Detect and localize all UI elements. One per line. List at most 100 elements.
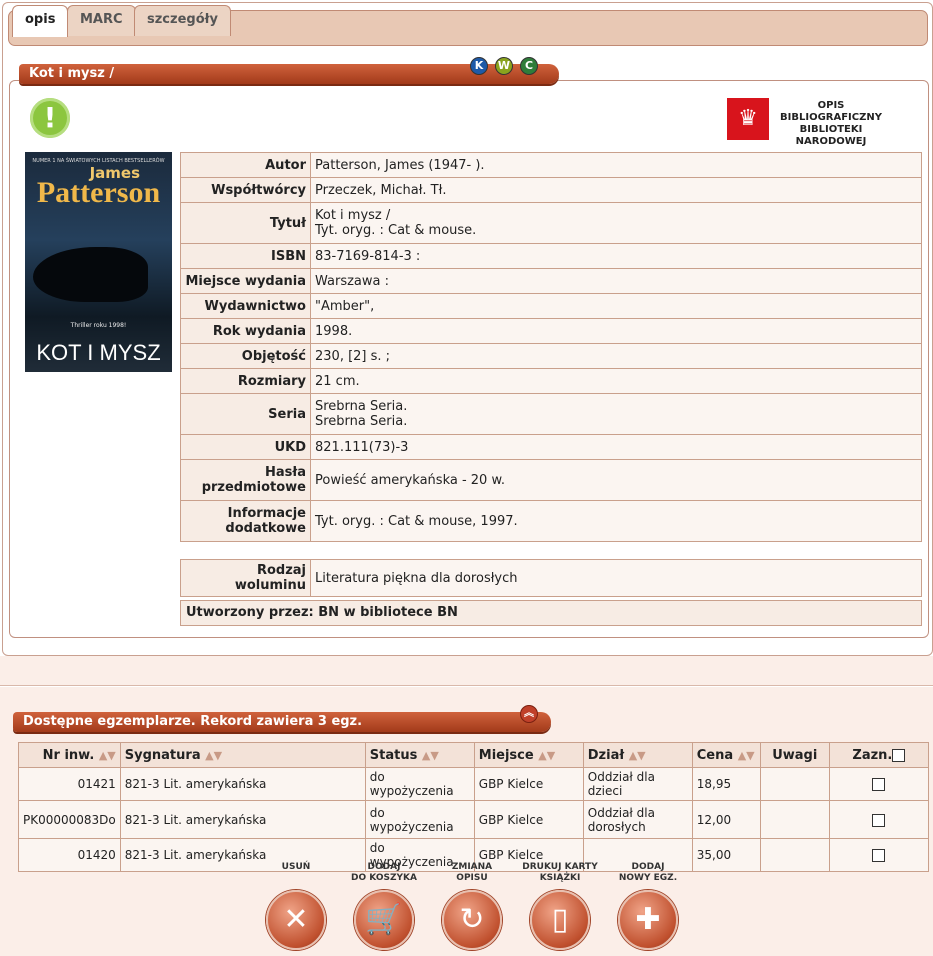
detail-value: Kot i mysz / Tyt. oryg. : Cat & mouse. xyxy=(310,202,922,244)
print-cards-icon[interactable]: ▯ xyxy=(530,890,590,950)
detail-value-line2: Srebrna Seria. xyxy=(315,414,408,429)
change-description-action[interactable]: ZMIANA OPISU ↻ xyxy=(432,862,512,950)
action-label: KSIĄŻKI xyxy=(539,873,581,883)
edit-document-icon[interactable]: ↻ xyxy=(442,890,502,950)
sort-icon: ▲▼ xyxy=(98,748,116,762)
details-table: Autor Patterson, James (1947- ). Współtwó… xyxy=(180,152,922,542)
created-by: Utworzony przez: BN w bibliotece BN xyxy=(180,600,922,626)
detail-value: Srebrna Seria. Srebrna Seria. xyxy=(310,393,922,435)
tab-szczegoly[interactable]: szczegóły xyxy=(134,5,231,36)
col-uwagi: Uwagi xyxy=(759,742,830,768)
cell-nr: 01421 xyxy=(18,767,121,801)
record-title: Kot i mysz / xyxy=(29,66,115,81)
cover-small-text: Thriller roku 1998! xyxy=(70,322,127,329)
select-all-checkbox[interactable] xyxy=(892,748,906,762)
collapse-up-icon[interactable]: ︽ xyxy=(520,705,538,723)
cart-icon[interactable]: 🛒 xyxy=(354,890,414,950)
cell-zazn xyxy=(828,838,930,872)
detail-label: Objętość xyxy=(180,343,311,369)
detail-label: Miejsce wydania xyxy=(180,268,311,294)
detail-label: Wydawnictwo xyxy=(180,293,311,319)
delete-icon[interactable]: ✕ xyxy=(266,890,326,950)
col-dzial[interactable]: Dział ▲▼ xyxy=(582,742,693,768)
col-cena[interactable]: Cena ▲▼ xyxy=(691,742,761,768)
cell-status: do wypożyczenia xyxy=(364,800,475,839)
sort-icon: ▲▼ xyxy=(205,748,223,762)
detail-label: Rok wydania xyxy=(180,318,311,344)
cell-miejsce: GBP Kielce xyxy=(473,800,584,839)
col-nr-inw[interactable]: Nr inw. ▲▼ xyxy=(18,742,121,768)
action-label: DODAJ xyxy=(367,862,401,872)
tab-opis[interactable]: opis xyxy=(12,5,69,37)
row-checkbox[interactable] xyxy=(872,778,886,791)
volume-table: Rodzaj woluminu Literatura piękna dla dor… xyxy=(180,559,922,597)
detail-label: Autor xyxy=(180,152,311,178)
row-checkbox[interactable] xyxy=(872,813,886,827)
cell-nr: 01420 xyxy=(18,838,121,872)
cover-cat-silhouette xyxy=(33,247,148,302)
separator-band xyxy=(0,656,933,686)
detail-value-line2: Tyt. oryg. : Cat & mouse. xyxy=(315,223,477,238)
book-cover-image: NUMER 1 NA ŚWIATOWYCH LISTACH BESTSELLER… xyxy=(25,152,172,372)
k-circle-icon[interactable]: K xyxy=(470,57,488,75)
cell-uwagi xyxy=(759,838,830,872)
delete-action[interactable]: USUŃ ✕ xyxy=(256,862,336,950)
cell-syg: 821-3 Lit. amerykańska xyxy=(119,800,366,839)
detail-label: Seria xyxy=(180,393,311,435)
cell-zazn xyxy=(828,800,930,839)
bn-crown-logo-icon: ♛ xyxy=(727,98,769,140)
row-checkbox[interactable] xyxy=(872,849,886,862)
detail-value: 821.111(73)-3 xyxy=(310,434,922,460)
detail-label: Rozmiary xyxy=(180,368,311,394)
detail-value: 21 cm. xyxy=(310,368,922,394)
detail-label: ISBN xyxy=(180,243,311,269)
w-circle-icon[interactable]: W xyxy=(495,57,513,75)
col-sygnatura[interactable]: Sygnatura ▲▼ xyxy=(119,742,366,768)
cell-syg: 821-3 Lit. amerykańska xyxy=(119,767,366,801)
sort-icon: ▲▼ xyxy=(421,748,439,762)
cell-uwagi xyxy=(759,800,830,839)
c-circle-icon[interactable]: C xyxy=(520,57,538,75)
table-row: 01421 821-3 Lit. amerykańska do wypożycz… xyxy=(18,767,930,801)
detail-label: Współtwórcy xyxy=(180,177,311,203)
volume-value: Literatura piękna dla dorosłych xyxy=(310,559,922,597)
detail-value: Warszawa : xyxy=(310,268,922,294)
add-copy-icon[interactable]: ✚ xyxy=(618,890,678,950)
detail-value: "Amber", xyxy=(310,293,922,319)
cover-author-last: Patterson xyxy=(36,176,161,209)
col-miejsce[interactable]: Miejsce ▲▼ xyxy=(473,742,584,768)
detail-label: Hasła przedmiotowe xyxy=(180,459,311,501)
exclamation-badge-icon: ! xyxy=(30,98,70,138)
detail-label: UKD xyxy=(180,434,311,460)
cover-title: KOT I MYSZ xyxy=(36,340,161,365)
print-cards-action[interactable]: DRUKUJ KARTY KSIĄŻKI ▯ xyxy=(520,862,600,950)
detail-value-line1: Kot i mysz / xyxy=(315,208,391,223)
cell-status: do wypożyczenia xyxy=(364,767,475,801)
copies-ribbon: Dostępne egzemplarze. Rekord zawiera 3 e… xyxy=(13,712,551,732)
sort-icon: ▲▼ xyxy=(538,748,556,762)
action-label: NOWY EGZ. xyxy=(618,873,678,883)
bn-logo-text: OPIS BIBLIOGRAFICZNY BIBLIOTEKI NARODOWE… xyxy=(780,100,882,147)
action-label: DRUKUJ KARTY xyxy=(522,862,598,872)
col-status[interactable]: Status ▲▼ xyxy=(364,742,475,768)
action-label: USUŃ xyxy=(281,862,311,872)
action-label: DO KOSZYKA xyxy=(351,873,417,883)
cell-zazn xyxy=(828,767,930,801)
detail-value: Patterson, James (1947- ). xyxy=(310,152,922,178)
detail-value: 1998. xyxy=(310,318,922,344)
tab-marc[interactable]: MARC xyxy=(67,5,136,36)
sort-icon: ▲▼ xyxy=(737,748,755,762)
detail-label: Informacje dodatkowe xyxy=(180,500,311,542)
action-label: OPISU xyxy=(456,873,488,883)
cell-cena: 35,00 xyxy=(691,838,761,872)
detail-value: Przeczek, Michał. Tł. xyxy=(310,177,922,203)
cell-uwagi xyxy=(759,767,830,801)
table-row: PK00000083Do 821-3 Lit. amerykańska do w… xyxy=(18,800,930,839)
add-copy-action[interactable]: DODAJ NOWY EGZ. ✚ xyxy=(608,862,688,950)
add-to-cart-action[interactable]: DODAJ DO KOSZYKA 🛒 xyxy=(344,862,424,950)
copies-table: Nr inw. ▲▼ Sygnatura ▲▼ Status ▲▼ Miejsc… xyxy=(18,742,930,872)
detail-value: 230, [2] s. ; xyxy=(310,343,922,369)
cell-nr: PK00000083Do xyxy=(18,800,121,839)
action-label: ZMIANA xyxy=(451,862,493,872)
cell-cena: 18,95 xyxy=(691,767,761,801)
